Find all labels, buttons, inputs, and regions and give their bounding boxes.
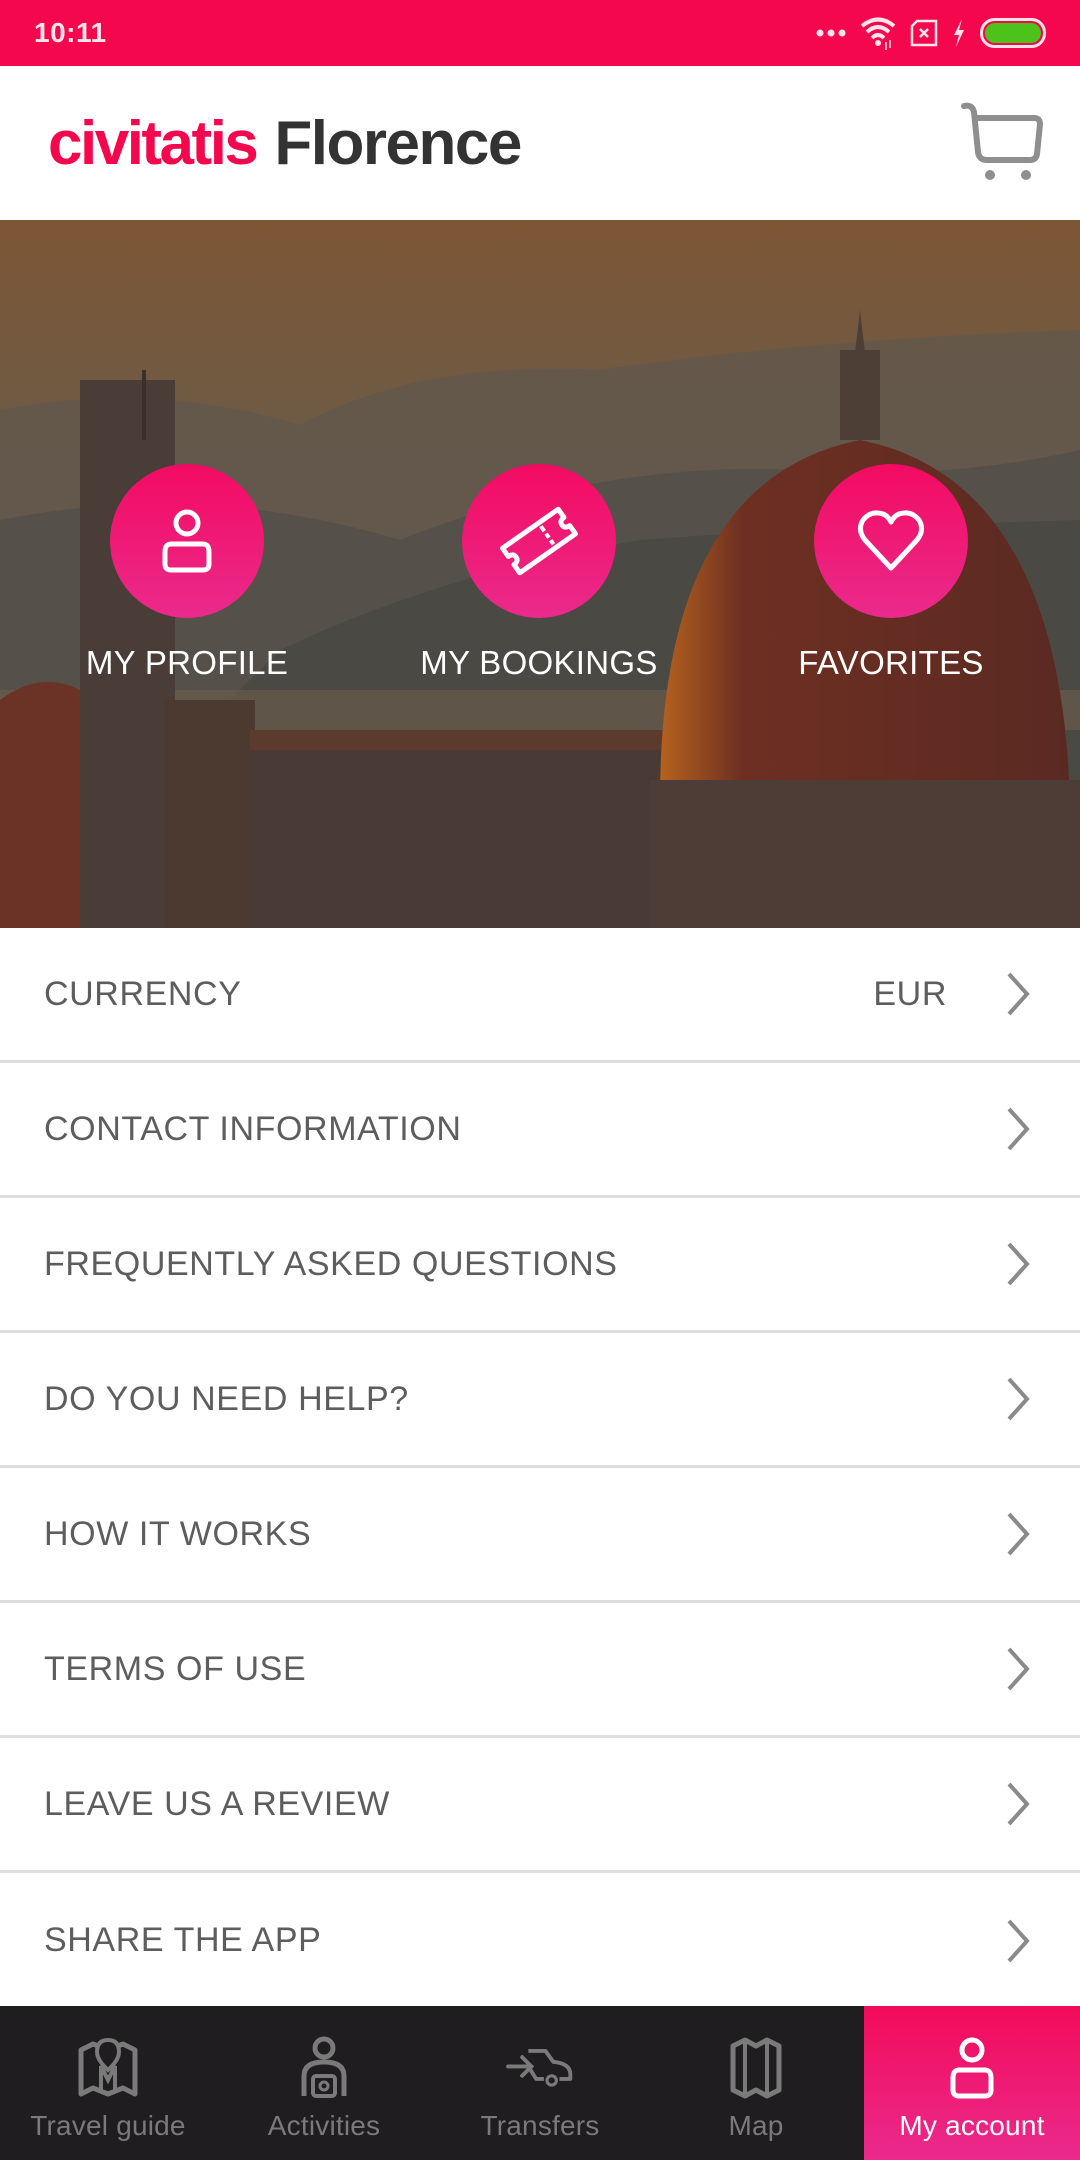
menu-item-label: CONTACT INFORMATION [44,1109,462,1148]
chevron-right-icon [1007,972,1030,1016]
chevron-right-icon [1007,1647,1030,1691]
nav-label: My account [899,2110,1045,2141]
menu-item-label: DO YOU NEED HELP? [44,1379,409,1418]
sim-missing-icon [910,19,938,47]
activities-person-icon [301,2036,347,2098]
brand-logo[interactable]: civitatis [48,108,259,179]
status-icons [816,16,1046,50]
menu-item-how-it-works[interactable]: HOW IT WORKS [0,1468,1080,1603]
my-bookings-circle[interactable] [462,464,616,618]
user-icon [162,509,212,573]
battery-icon [980,18,1046,48]
favorites-button[interactable]: FAVORITES [741,464,1041,682]
currency-value: EUR [873,974,947,1013]
heart-icon [857,510,925,571]
nav-tab-activities[interactable]: Activities [216,2006,432,2160]
favorites-label: FAVORITES [798,644,984,681]
my-bookings-label: MY BOOKINGS [420,644,658,681]
ticket-icon [500,506,578,576]
menu-item-label: HOW IT WORKS [44,1514,312,1553]
guide-map-icon [78,2037,138,2097]
menu-item-leave-review[interactable]: LEAVE US A REVIEW [0,1738,1080,1873]
nav-label: Map [728,2110,784,2141]
menu-item-label: LEAVE US A REVIEW [44,1784,390,1823]
my-profile-circle[interactable] [110,464,264,618]
menu-item-terms-of-use[interactable]: TERMS OF USE [0,1603,1080,1738]
chevron-right-icon [1007,1782,1030,1826]
transfer-car-icon [506,2048,573,2087]
menu-item-label: TERMS OF USE [44,1649,307,1688]
chevron-right-icon [1007,1919,1030,1962]
chevron-right-icon [1007,1242,1030,1286]
nav-tab-map[interactable]: Map [648,2006,864,2160]
more-dots-icon [816,29,846,37]
status-bar: 10:11 [0,0,1080,66]
menu-item-faq[interactable]: FREQUENTLY ASKED QUESTIONS [0,1198,1080,1333]
nav-label: Transfers [480,2110,600,2141]
hero-banner: MY PROFILE MY BOOKINGS FAVORITES [0,220,1080,928]
account-menu: CURRENCY EUR CONTACT INFORMATION FREQUEN… [0,928,1080,2008]
favorites-circle[interactable] [814,464,968,618]
my-profile-label: MY PROFILE [85,644,289,681]
nav-tab-travel-guide[interactable]: Travel guide [0,2006,216,2160]
menu-item-need-help[interactable]: DO YOU NEED HELP? [0,1333,1080,1468]
menu-item-currency[interactable]: CURRENCY EUR [0,928,1080,1063]
user-icon [950,2037,994,2099]
menu-item-label: FREQUENTLY ASKED QUESTIONS [44,1244,618,1283]
nav-tab-transfers[interactable]: Transfers [432,2006,648,2160]
chevron-right-icon [1007,1512,1030,1556]
menu-item-label: SHARE THE APP [44,1921,322,1959]
my-bookings-button[interactable]: MY BOOKINGS [389,464,689,682]
nav-tab-my-account[interactable]: My account [864,2006,1080,2160]
status-time: 10:11 [34,17,107,48]
shopping-cart-icon[interactable] [960,100,1044,184]
chevron-right-icon [1007,1107,1030,1151]
menu-item-share-app[interactable]: SHARE THE APP [0,1873,1080,2008]
menu-item-label: CURRENCY [44,974,242,1013]
app-header: civitatis Florence [0,66,1080,220]
nav-label: Travel guide [30,2110,186,2141]
map-icon [730,2037,782,2099]
bottom-navigation: Travel guide Activities Transfers Map My… [0,2006,1080,2160]
nav-label: Activities [267,2110,381,2141]
my-profile-button[interactable]: MY PROFILE [37,464,337,682]
chevron-right-icon [1007,1377,1030,1421]
city-title: Florence [274,108,522,178]
wifi-icon [860,17,896,50]
charging-bolt-icon [954,19,964,47]
menu-item-contact-information[interactable]: CONTACT INFORMATION [0,1063,1080,1198]
